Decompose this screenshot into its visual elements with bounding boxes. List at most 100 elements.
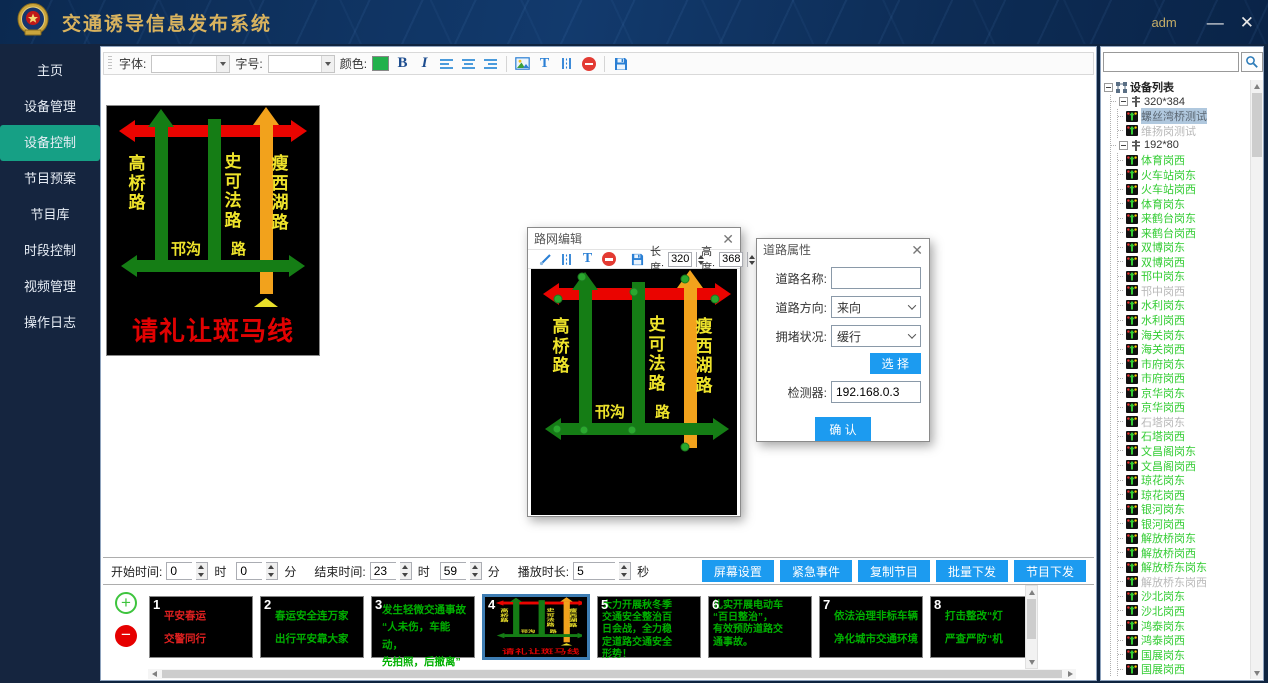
start-hour-field[interactable]: [166, 562, 192, 580]
align-left-button[interactable]: [438, 55, 455, 72]
tree-item-device[interactable]: 双博岗西: [1118, 255, 1249, 270]
add-program-button[interactable]: +: [115, 592, 137, 614]
tree-group[interactable]: 320*384: [1111, 95, 1249, 110]
delete-tool-button[interactable]: [600, 251, 617, 268]
scrollbar-thumb[interactable]: [1027, 599, 1036, 639]
road-bar-green-middle[interactable]: [632, 282, 645, 435]
image-button[interactable]: [514, 55, 531, 72]
close-button[interactable]: ✕: [1240, 14, 1254, 31]
spinner[interactable]: [196, 562, 208, 580]
action-button[interactable]: 批量下发: [936, 560, 1008, 582]
action-button[interactable]: 屏幕设置: [702, 560, 774, 582]
tree-item-device[interactable]: 文昌阁岗西: [1118, 458, 1249, 473]
node-handle[interactable]: [554, 295, 563, 304]
node-handle[interactable]: [630, 288, 639, 297]
collapse-icon[interactable]: [1104, 83, 1113, 92]
tree-item-device[interactable]: 国展岗东: [1118, 647, 1249, 662]
scroll-left-button[interactable]: [148, 671, 160, 677]
minimize-button[interactable]: —: [1207, 14, 1224, 31]
close-icon[interactable]: ✕: [911, 243, 923, 257]
program-thumbnail[interactable]: 2 春运安全连万家 出行平安靠大家: [260, 596, 364, 658]
tree-item-device[interactable]: 京华岗西: [1118, 400, 1249, 415]
tree-item-device[interactable]: 鸿泰岗东: [1118, 618, 1249, 633]
spinner[interactable]: [266, 562, 278, 580]
tree-item-device[interactable]: 琼花岗东: [1118, 473, 1249, 488]
duration-field[interactable]: [573, 562, 615, 580]
align-right-button[interactable]: [482, 55, 499, 72]
font-select[interactable]: [151, 55, 230, 73]
scroll-up-button[interactable]: [1251, 80, 1263, 92]
tree-item-device[interactable]: 银河岗西: [1118, 516, 1249, 531]
tree-item-device[interactable]: 京华岗东: [1118, 385, 1249, 400]
detector-field[interactable]: [831, 381, 921, 403]
text-tool-button[interactable]: T: [579, 251, 596, 268]
tree-item-device[interactable]: 来鹤台岗东: [1118, 211, 1249, 226]
length-field[interactable]: [668, 252, 692, 267]
sidebar-item[interactable]: 设备管理: [0, 89, 100, 125]
tree-item-device[interactable]: 火车站岗西: [1118, 182, 1249, 197]
search-button[interactable]: [1241, 52, 1263, 72]
tree-item-device[interactable]: 邗中岗东: [1118, 269, 1249, 284]
dialog-titlebar[interactable]: 道路属性 ✕: [757, 239, 929, 260]
collapse-icon[interactable]: [1119, 97, 1128, 106]
program-thumbnail[interactable]: 5 大力开展秋冬季 交通安全整治百 日会战，全力稳 定道路交通安全 形势！: [597, 596, 701, 658]
program-thumbnail-selected[interactable]: 4 高桥路 史可法路 瘦西湖路 邗沟: [482, 594, 590, 660]
close-icon[interactable]: ✕: [722, 232, 734, 246]
sidebar-item[interactable]: 节目库: [0, 197, 100, 233]
delete-button[interactable]: [580, 55, 597, 72]
device-search-input[interactable]: [1103, 52, 1239, 72]
remove-program-button[interactable]: −: [115, 625, 137, 647]
tree-item-device[interactable]: 螺丝湾桥测试: [1118, 109, 1249, 124]
node-handle[interactable]: [681, 275, 690, 284]
select-button[interactable]: 选 择: [870, 353, 921, 374]
spinner[interactable]: [400, 562, 412, 580]
tree-root[interactable]: 设备列表: [1104, 80, 1249, 95]
program-thumbnail[interactable]: 7 依法治理非标车辆 净化城市交通环境: [819, 596, 923, 658]
height-spinner[interactable]: [747, 252, 748, 267]
save-tool-button[interactable]: [629, 251, 646, 268]
dropdown-arrow-icon[interactable]: [216, 56, 229, 72]
tree-item-device[interactable]: 石塔岗西: [1118, 429, 1249, 444]
tree-item-device[interactable]: 解放桥东岗东: [1118, 560, 1249, 575]
sidebar-item[interactable]: 设备控制: [0, 125, 100, 161]
tree-item-device[interactable]: 水利岗东: [1118, 298, 1249, 313]
tree-item-device[interactable]: 国展岗西: [1118, 662, 1249, 677]
height-field[interactable]: [719, 252, 743, 267]
program-thumbnail[interactable]: 3 发生轻微交通事故 “人未伤，车能动， 先拍照，后撤离”: [371, 596, 475, 658]
tree-item-device[interactable]: 体育岗西: [1118, 153, 1249, 168]
tree-item-device[interactable]: 银河岗东: [1118, 502, 1249, 517]
road-arrow-green-bottom[interactable]: [545, 418, 729, 440]
node-handle[interactable]: [628, 426, 637, 435]
end-minute-field[interactable]: [440, 562, 466, 580]
program-thumbnail[interactable]: 1 平安春运 交警同行: [149, 596, 253, 658]
scroll-down-button[interactable]: [1026, 656, 1037, 668]
action-button[interactable]: 复制节目: [858, 560, 930, 582]
tree-item-device[interactable]: 鸿泰岗西: [1118, 633, 1249, 648]
node-handle[interactable]: [580, 426, 589, 435]
tree-item-device[interactable]: 石塔岗东: [1118, 415, 1249, 430]
sidebar-item[interactable]: 节目预案: [0, 161, 100, 197]
thumbnails-vertical-scrollbar[interactable]: [1025, 585, 1038, 669]
scrollbar-thumb[interactable]: [162, 670, 1062, 678]
scroll-down-button[interactable]: [1251, 667, 1263, 679]
tree-item-device[interactable]: 解放桥岗西: [1118, 546, 1249, 561]
tree-vertical-scrollbar[interactable]: [1250, 80, 1263, 679]
color-swatch[interactable]: [372, 56, 389, 71]
road-tool-button[interactable]: [558, 55, 575, 72]
node-handle[interactable]: [578, 273, 587, 282]
congestion-select[interactable]: 缓行: [831, 325, 921, 347]
tree-item-device[interactable]: 来鹤台岗西: [1118, 225, 1249, 240]
sign-preview[interactable]: 高桥路 史可法路 瘦西湖路 邗沟 路 请礼让斑马线: [106, 105, 320, 356]
italic-button[interactable]: I: [416, 55, 433, 72]
line-tool-button[interactable]: [537, 251, 554, 268]
horizontal-scrollbar[interactable]: [148, 669, 1076, 679]
scrollbar-thumb[interactable]: [1252, 93, 1262, 157]
tree-item-device[interactable]: 体育岗东: [1118, 196, 1249, 211]
node-handle[interactable]: [553, 425, 562, 434]
sidebar-item[interactable]: 视频管理: [0, 269, 100, 305]
sidebar-item[interactable]: 主页: [0, 53, 100, 89]
editor-canvas[interactable]: 高桥路 史可法路 瘦西湖路 邗沟 路 请礼让斑马线: [531, 269, 737, 515]
spinner[interactable]: [619, 562, 631, 580]
save-button[interactable]: [612, 55, 629, 72]
tree-item-device[interactable]: 沙北岗东: [1118, 589, 1249, 604]
